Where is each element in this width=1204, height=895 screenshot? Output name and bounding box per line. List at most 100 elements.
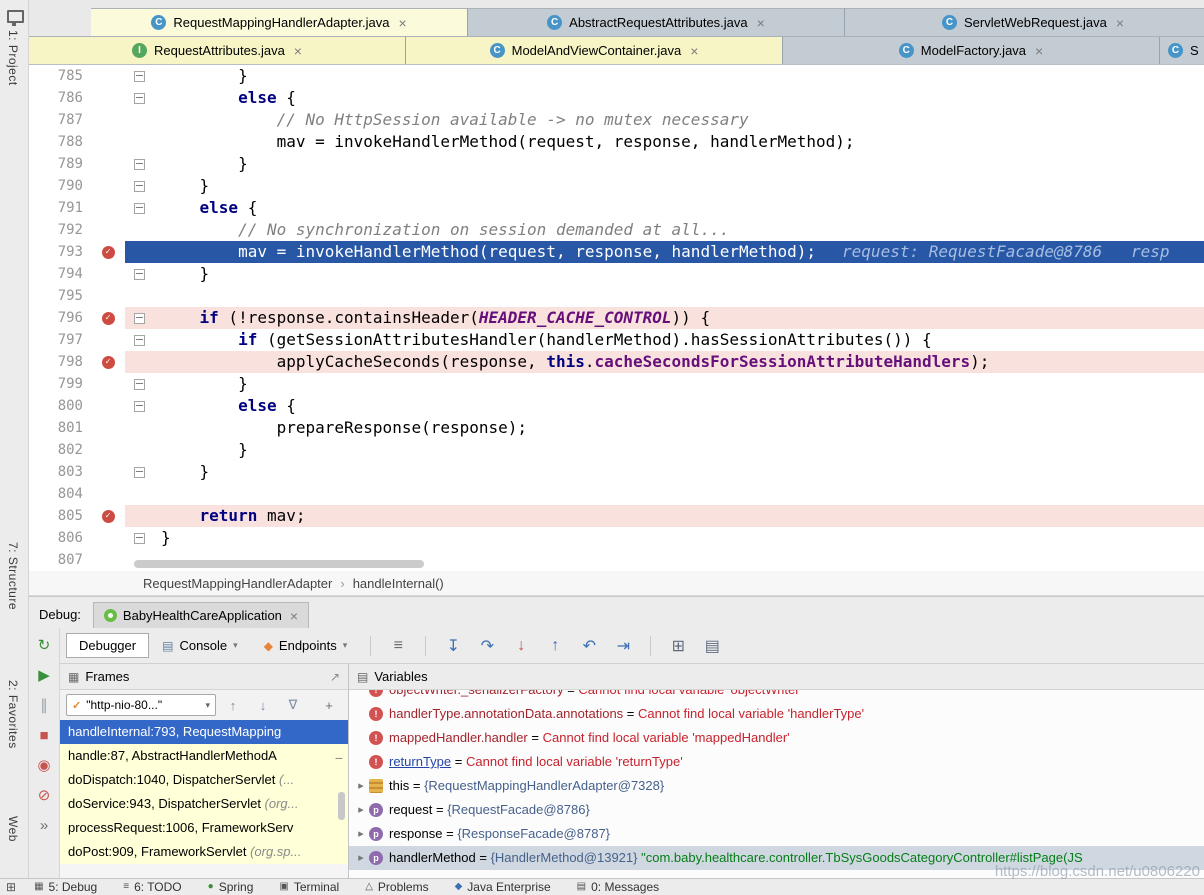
- code-text[interactable]: }: [153, 461, 1204, 483]
- code-line[interactable]: 802 }: [29, 439, 1204, 461]
- variable-row[interactable]: !returnType = Cannot find local variable…: [349, 750, 1204, 774]
- hide-frames-filter-icon[interactable]: ∇: [280, 697, 306, 713]
- editor-tab[interactable]: CAbstractRequestAttributes.java×: [468, 8, 845, 36]
- code-text[interactable]: }: [153, 153, 1204, 175]
- add-icon[interactable]: +: [316, 698, 342, 713]
- toolwindow-button-2-favorites[interactable]: 2: Favorites: [6, 680, 20, 749]
- code-line[interactable]: 796✓ if (!response.containsHeader(HEADER…: [29, 307, 1204, 329]
- step-out-icon[interactable]: ↑: [538, 637, 572, 655]
- code-text[interactable]: [153, 285, 1204, 307]
- restore-layout-icon[interactable]: ≡: [381, 637, 415, 655]
- close-icon[interactable]: ×: [294, 43, 302, 59]
- force-step-into-icon[interactable]: ↓: [504, 637, 538, 655]
- fold-gutter[interactable]: [125, 263, 153, 285]
- code-line[interactable]: 806}: [29, 527, 1204, 549]
- evaluate-expression-icon[interactable]: ⊞: [661, 636, 695, 656]
- statusbar-item[interactable]: ▤0: Messages: [577, 879, 660, 895]
- code-line[interactable]: 785 }: [29, 65, 1204, 87]
- toolwindow-button-1-project[interactable]: 1: Project: [6, 30, 20, 86]
- view-breakpoints-icon[interactable]: ◉: [37, 758, 50, 773]
- code-text[interactable]: else {: [153, 395, 1204, 417]
- debug-view-tab-endpoints[interactable]: ◆Endpoints▾: [251, 633, 361, 658]
- fold-gutter[interactable]: [125, 329, 153, 351]
- code-line[interactable]: 789 }: [29, 153, 1204, 175]
- resume-icon[interactable]: ▶: [38, 668, 50, 683]
- code-line[interactable]: 790 }: [29, 175, 1204, 197]
- debug-session-tab[interactable]: BabyHealthCareApplication ×: [93, 602, 309, 628]
- minus-icon[interactable]: −: [335, 750, 343, 766]
- variable-row[interactable]: ▸presponse = {ResponseFacade@8787}: [349, 822, 1204, 846]
- editor-tab[interactable]: CS: [1160, 36, 1204, 64]
- fold-gutter[interactable]: [125, 373, 153, 395]
- previous-frame-icon[interactable]: ↑: [220, 698, 246, 713]
- breadcrumb-item[interactable]: handleInternal(): [353, 576, 444, 591]
- show-execution-point-icon[interactable]: ↧: [436, 636, 470, 656]
- fold-gutter[interactable]: [125, 527, 153, 549]
- code-text[interactable]: else {: [153, 87, 1204, 109]
- code-text[interactable]: else {: [153, 197, 1204, 219]
- code-text[interactable]: // No HttpSession available -> no mutex …: [153, 109, 1204, 131]
- frame-row[interactable]: doDispatch:1040, DispatcherServlet (...: [60, 768, 348, 792]
- frame-row[interactable]: handleInternal:793, RequestMapping: [60, 720, 348, 744]
- expand-chevron-icon[interactable]: ▸: [353, 846, 369, 870]
- code-line[interactable]: 798✓ applyCacheSeconds(response, this.ca…: [29, 351, 1204, 373]
- frames-scrollbar[interactable]: [338, 792, 345, 820]
- close-icon[interactable]: ×: [1035, 43, 1043, 59]
- expand-chevron-icon[interactable]: ▸: [353, 822, 369, 846]
- code-text[interactable]: // No synchronization on session demande…: [153, 219, 1204, 241]
- code-text[interactable]: applyCacheSeconds(response, this.cacheSe…: [153, 351, 1204, 373]
- code-line[interactable]: 786 else {: [29, 87, 1204, 109]
- step-over-icon[interactable]: ↷: [470, 636, 504, 656]
- editor-tab[interactable]: CModelAndViewContainer.java×: [406, 36, 783, 64]
- code-line[interactable]: 795: [29, 285, 1204, 307]
- close-icon[interactable]: ×: [290, 608, 298, 624]
- code-text[interactable]: mav = invokeHandlerMethod(request, respo…: [153, 241, 1204, 263]
- statusbar-item[interactable]: ≡6: TODO: [123, 879, 181, 895]
- editor-tab[interactable]: IRequestAttributes.java×: [29, 36, 406, 64]
- variable-row[interactable]: !mappedHandler.handler = Cannot find loc…: [349, 726, 1204, 750]
- statusbar-item[interactable]: ▣Terminal: [279, 879, 339, 895]
- toolwindow-rail-icon[interactable]: [7, 10, 24, 23]
- code-text[interactable]: }: [153, 527, 1204, 549]
- code-line[interactable]: 801 prepareResponse(response);: [29, 417, 1204, 439]
- debug-view-tab-console[interactable]: ▤Console▾: [149, 633, 251, 658]
- editor-tab[interactable]: CRequestMappingHandlerAdapter.java×: [91, 8, 468, 36]
- frame-row[interactable]: processRequest:1006, FrameworkServ: [60, 816, 348, 840]
- pause-icon[interactable]: ∥: [40, 698, 48, 713]
- code-line[interactable]: 792 // No synchronization on session dem…: [29, 219, 1204, 241]
- code-text[interactable]: if (!response.containsHeader(HEADER_CACH…: [153, 307, 1204, 329]
- code-text[interactable]: }: [153, 175, 1204, 197]
- code-line[interactable]: 799 }: [29, 373, 1204, 395]
- close-icon[interactable]: ×: [398, 15, 406, 31]
- variable-row[interactable]: !handlerType.annotationData.annotations …: [349, 702, 1204, 726]
- code-text[interactable]: prepareResponse(response);: [153, 417, 1204, 439]
- run-to-cursor-icon[interactable]: ⇥: [606, 636, 640, 656]
- code-text[interactable]: }: [153, 439, 1204, 461]
- expand-chevron-icon[interactable]: ▸: [353, 774, 369, 798]
- statusbar-item[interactable]: ●Spring: [208, 879, 254, 895]
- toolwindow-switcher-icon[interactable]: ⊞: [6, 879, 16, 895]
- breakpoint-gutter[interactable]: ✓: [91, 505, 125, 527]
- next-frame-icon[interactable]: ↓: [250, 698, 276, 713]
- statusbar-item[interactable]: ▦5: Debug: [34, 879, 97, 895]
- toolwindow-button-7-structure[interactable]: 7: Structure: [6, 542, 20, 610]
- mute-breakpoints-icon[interactable]: ⊘: [38, 788, 51, 803]
- code-line[interactable]: 787 // No HttpSession available -> no mu…: [29, 109, 1204, 131]
- code-text[interactable]: [153, 483, 1204, 505]
- close-icon[interactable]: ×: [757, 15, 765, 31]
- code-line[interactable]: 803 }: [29, 461, 1204, 483]
- drop-frame-icon[interactable]: ↶: [572, 636, 606, 656]
- fold-gutter[interactable]: [125, 65, 153, 87]
- statusbar-item[interactable]: △Problems: [365, 879, 428, 895]
- code-line[interactable]: 791 else {: [29, 197, 1204, 219]
- fold-gutter[interactable]: [125, 153, 153, 175]
- debug-view-tab-debugger[interactable]: Debugger: [66, 633, 149, 658]
- fold-gutter[interactable]: [125, 461, 153, 483]
- stop-icon[interactable]: ■: [39, 728, 48, 743]
- close-icon[interactable]: ×: [1116, 15, 1124, 31]
- code-text[interactable]: if (getSessionAttributesHandler(handlerM…: [153, 329, 1204, 351]
- toolwindow-button-web[interactable]: Web: [6, 816, 20, 842]
- code-line[interactable]: 804: [29, 483, 1204, 505]
- close-icon[interactable]: ×: [690, 43, 698, 59]
- code-text[interactable]: mav = invokeHandlerMethod(request, respo…: [153, 131, 1204, 153]
